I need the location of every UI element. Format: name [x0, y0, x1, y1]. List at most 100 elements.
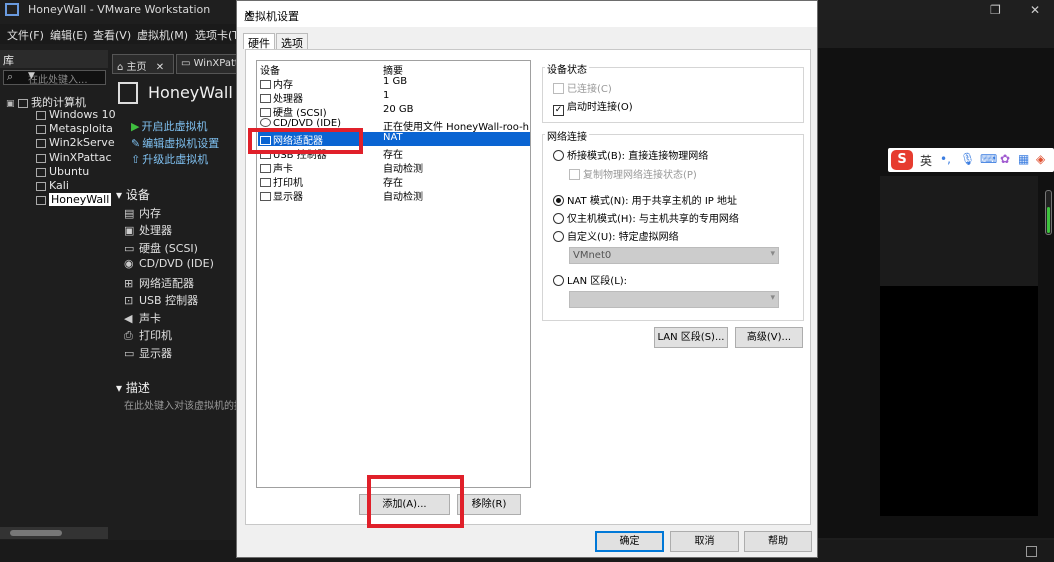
device-sound[interactable]: ◀ 声卡	[124, 310, 161, 326]
status-icon[interactable]	[1026, 546, 1037, 557]
vm-large-icon	[118, 82, 138, 104]
connect-at-power-on-checkbox[interactable]: ✓ 启动时连接(O)	[553, 98, 633, 116]
device-display[interactable]: ▭ 显示器	[124, 345, 172, 361]
skin-icon[interactable]: ✿	[1000, 152, 1010, 166]
hardware-panel: 设备 摘要 内存 1 GB 处理器 1 硬盘 (SCSI) 20 GB CD/DVD …	[245, 49, 811, 528]
remove-hardware-button[interactable]: 移除(R)	[457, 494, 521, 515]
chevron-down-icon: ▾	[770, 293, 775, 303]
checkmark-icon: ✓	[553, 105, 564, 116]
vm-tab-icon: ▭	[181, 58, 191, 69]
library-search-input[interactable]: ⌕ 在此处键入... ▼	[3, 70, 106, 86]
checkbox-box	[569, 169, 580, 180]
usb-icon: ⊡	[124, 294, 134, 307]
cancel-button[interactable]: 取消	[670, 531, 739, 552]
scrollbar-thumb[interactable]	[10, 530, 62, 536]
description-section-toggle[interactable]: ▾ 描述	[116, 379, 150, 396]
ok-button[interactable]: 确定	[595, 531, 664, 552]
tree-item-vm[interactable]: Windows 10	[36, 108, 116, 121]
device-memory[interactable]: ▤ 内存	[124, 205, 161, 221]
hardware-row[interactable]: 处理器 1	[258, 90, 530, 105]
memory-icon: ▤	[124, 207, 135, 220]
connected-checkbox[interactable]: 已连接(C)	[553, 80, 612, 95]
lan-segment-select[interactable]: ▾	[569, 291, 779, 308]
cd-icon	[260, 118, 271, 127]
restore-icon[interactable]: ❐	[990, 3, 1001, 17]
replicate-state-checkbox[interactable]: 复制物理网络连接状态(P)	[569, 166, 697, 181]
menu-view[interactable]: 查看(V)	[93, 27, 131, 43]
device-hdd[interactable]: ▭ 硬盘 (SCSI)	[124, 240, 198, 256]
lan-segment-radio[interactable]: LAN 区段(L):	[553, 272, 627, 287]
power-on-action[interactable]: ▶ 开启此虚拟机	[131, 118, 207, 134]
vm-tabs: ⌂ 主页 ✕ ▭ WinXPatta	[110, 52, 245, 74]
custom-radio[interactable]: 自定义(U): 特定虚拟网络	[553, 228, 679, 243]
hardware-list[interactable]: 设备 摘要 内存 1 GB 处理器 1 硬盘 (SCSI) 20 GB CD/DVD …	[256, 60, 531, 488]
vmware-app-icon	[5, 3, 19, 16]
hardware-row[interactable]: 硬盘 (SCSI) 20 GB	[258, 104, 530, 119]
device-usb[interactable]: ⊡ USB 控制器	[124, 292, 198, 308]
host-only-radio[interactable]: 仅主机模式(H): 与主机共享的专用网络	[553, 210, 739, 225]
tree-item-vm-selected[interactable]: HoneyWall	[36, 193, 112, 206]
chevron-down-icon[interactable]: ▼	[28, 71, 103, 81]
hardware-row[interactable]: 显示器 自动检测	[258, 188, 530, 203]
tree-item-vm[interactable]: Metasploita	[36, 122, 113, 135]
hardware-row[interactable]: 声卡 自动检测	[258, 160, 530, 175]
dialog-titlebar: 虚拟机设置 ✕	[237, 1, 817, 27]
close-tab-icon[interactable]: ✕	[156, 62, 164, 73]
menu-edit[interactable]: 编辑(E)	[50, 27, 88, 43]
description-hint[interactable]: 在此处键入对该虚拟机的描	[124, 397, 244, 412]
tree-item-vm[interactable]: Win2kServe	[36, 136, 115, 149]
tab-hardware[interactable]: 硬件	[243, 33, 275, 50]
tree-item-vm[interactable]: Kali	[36, 179, 69, 192]
menu-file[interactable]: 文件(F)	[7, 27, 44, 43]
advanced-button[interactable]: 高级(V)...	[735, 327, 803, 348]
more-icon[interactable]: ◈	[1036, 152, 1045, 166]
radio-circle	[553, 150, 564, 161]
toolbox-icon[interactable]: ▦	[1018, 152, 1029, 166]
close-icon[interactable]: ✕	[244, 8, 809, 21]
side-gauge-fill	[1047, 207, 1050, 233]
help-button[interactable]: 帮助	[744, 531, 812, 552]
close-window-icon[interactable]: ✕	[1030, 3, 1040, 17]
keyboard-icon[interactable]: ⌨	[980, 152, 997, 166]
library-title: 库	[3, 54, 14, 67]
printer-icon: ⎙	[124, 329, 133, 342]
tab-home[interactable]: ⌂ 主页 ✕	[112, 54, 174, 74]
ime-toolbar[interactable]: S 英 •, 🎙 ⌨ ✿ ▦ ◈	[888, 148, 1054, 172]
lan-segments-button[interactable]: LAN 区段(S)...	[654, 327, 728, 348]
bridged-radio[interactable]: 桥接模式(B): 直接连接物理网络	[553, 147, 708, 162]
description-heading: 描述	[125, 381, 150, 395]
ime-language[interactable]: 英	[920, 152, 932, 169]
device-cd[interactable]: ◉ CD/DVD (IDE)	[124, 257, 214, 270]
radio-circle	[553, 231, 564, 242]
edit-settings-action[interactable]: ✎ 编辑虚拟机设置	[131, 135, 219, 151]
device-network[interactable]: ⊞ 网络适配器	[124, 275, 194, 291]
ime-punctuation[interactable]: •,	[940, 152, 951, 166]
upgrade-vm-action[interactable]: ⇧ 升级此虚拟机	[131, 151, 208, 167]
network-connection-title: 网络连接	[545, 128, 589, 143]
search-icon: ⌕	[7, 70, 14, 83]
vm-icon	[36, 181, 46, 191]
devices-section-toggle[interactable]: ▾ 设备	[116, 186, 150, 203]
hardware-row[interactable]: 内存 1 GB	[258, 76, 530, 91]
tab-options[interactable]: 选项	[276, 33, 308, 50]
hdd-icon: ▭	[124, 242, 135, 255]
vm-settings-dialog: 虚拟机设置 ✕ 硬件 选项 设备 摘要 内存 1 GB 处理器 1 硬盘 (SCSI…	[236, 0, 818, 558]
tree-item-vm[interactable]: Ubuntu	[36, 165, 89, 178]
network-icon: ⊞	[124, 277, 134, 290]
tab-winxp[interactable]: ▭ WinXPatta	[176, 54, 245, 74]
annotation-highlight-network	[248, 128, 363, 154]
sound-icon	[260, 164, 271, 173]
microphone-icon[interactable]: 🎙	[960, 152, 975, 166]
custom-network-select[interactable]: VMnet0 ▾	[569, 247, 779, 264]
menu-vm[interactable]: 虚拟机(M)	[137, 27, 188, 43]
sogou-logo-icon[interactable]: S	[891, 150, 913, 170]
library-horizontal-scrollbar[interactable]	[0, 527, 108, 539]
hardware-row[interactable]: 打印机 存在	[258, 174, 530, 189]
device-cpu[interactable]: ▣ 处理器	[124, 222, 172, 238]
device-printer[interactable]: ⎙ 打印机	[124, 327, 172, 343]
vm-screen-thumbnail[interactable]	[880, 176, 1038, 516]
display-icon: ▭	[124, 347, 135, 360]
tree-item-vm[interactable]: WinXPattac	[36, 151, 112, 164]
nat-radio[interactable]: NAT 模式(N): 用于共享主机的 IP 地址	[553, 192, 737, 207]
collapse-icon[interactable]: ▣	[6, 99, 15, 109]
